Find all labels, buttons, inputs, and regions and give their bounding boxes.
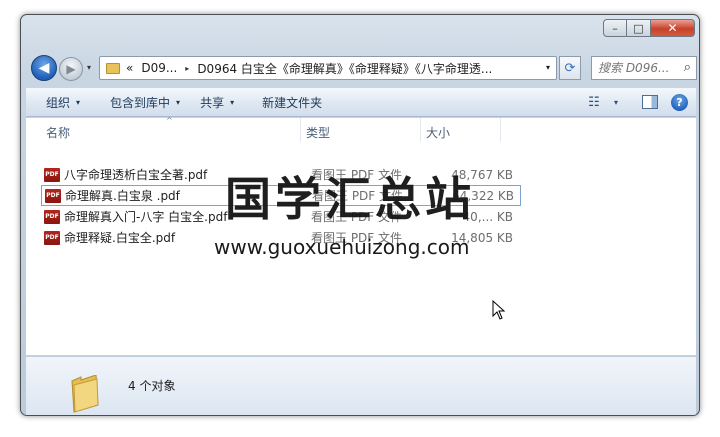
share-label: 共享: [200, 95, 225, 110]
minimize-button[interactable]: –: [603, 19, 627, 37]
file-size: 40,... KB: [462, 209, 513, 224]
back-button[interactable]: ◀: [31, 55, 57, 81]
file-size: 64,322 KB: [452, 188, 514, 203]
mouse-cursor-icon: [492, 300, 506, 320]
forward-button[interactable]: ▶: [59, 57, 83, 81]
preview-pane-button[interactable]: [641, 93, 659, 111]
close-button[interactable]: ✕: [651, 19, 695, 37]
file-name: 命理解真.白宝泉 .pdf: [65, 189, 180, 203]
details-pane: 4 个对象: [26, 357, 696, 415]
file-row[interactable]: PDF 命理释疑.白宝全.pdf 看图王 PDF 文件 14,805 KB: [41, 227, 521, 248]
address-dropdown-icon[interactable]: ▾: [546, 63, 550, 72]
include-in-library-menu[interactable]: 包含到库中 ▾: [110, 94, 180, 111]
preview-pane-icon: [642, 95, 658, 109]
search-input[interactable]: [598, 61, 674, 75]
folder-icon: [106, 62, 120, 74]
chevron-down-icon: ▾: [230, 97, 235, 107]
file-name: 命理解真入门-八字 白宝全.pdf: [64, 210, 228, 224]
chevron-down-icon: ▾: [76, 97, 81, 107]
item-count: 4 个对象: [128, 379, 176, 393]
breadcrumb-separator-icon[interactable]: ▸: [185, 64, 189, 73]
breadcrumb-overflow[interactable]: «: [126, 61, 133, 75]
change-view-icon[interactable]: ☷: [585, 93, 603, 111]
column-header-size[interactable]: 大小: [426, 124, 450, 141]
include-in-library-label: 包含到库中: [110, 95, 171, 110]
explorer-window: – □ ✕ ◀ ▶ ▾ « D09... ▸ D0964 白宝全《命理解真》《命…: [20, 14, 700, 416]
file-type: 看图王 PDF 文件: [311, 168, 403, 182]
maximize-button[interactable]: □: [627, 19, 651, 37]
file-type: 看图王 PDF 文件: [311, 231, 403, 245]
file-size: 14,805 KB: [451, 230, 513, 245]
file-row[interactable]: PDF 命理解真入门-八字 白宝全.pdf 看图王 PDF 文件 40,... …: [41, 206, 521, 227]
sort-arrow-icon: ^: [166, 116, 173, 125]
recent-pages-button[interactable]: ▾: [87, 63, 91, 72]
column-divider[interactable]: [420, 118, 421, 142]
share-menu[interactable]: 共享 ▾: [200, 94, 234, 111]
breadcrumb-segment-parent[interactable]: D09...: [141, 61, 177, 75]
address-bar[interactable]: « D09... ▸ D0964 白宝全《命理解真》《命理释疑》《八字命理透..…: [99, 56, 557, 80]
column-header-name[interactable]: 名称: [46, 124, 70, 141]
column-header-type[interactable]: 类型: [306, 124, 330, 141]
pdf-file-icon: PDF: [44, 167, 60, 182]
caption-buttons: – □ ✕: [603, 19, 695, 37]
view-options-chevron-icon[interactable]: ▾: [607, 93, 625, 111]
file-row-selected[interactable]: PDF 命理解真.白宝泉 .pdf 看图王 PDF 文件 64,322 KB: [41, 185, 521, 206]
new-folder-label: 新建文件夹: [262, 95, 323, 110]
navigation-bar: ◀ ▶ ▾ « D09... ▸ D0964 白宝全《命理解真》《命理释疑》《八…: [29, 51, 697, 85]
command-bar: 组织 ▾ 包含到库中 ▾ 共享 ▾ 新建文件夹 ☷ ▾ ?: [26, 87, 696, 117]
organize-label: 组织: [46, 95, 71, 110]
file-type: 看图王 PDF 文件: [312, 189, 404, 203]
help-icon[interactable]: ?: [671, 93, 688, 111]
folder-icon: [71, 375, 99, 413]
column-divider[interactable]: [500, 118, 501, 142]
column-divider[interactable]: [300, 118, 301, 142]
chevron-down-icon: ▾: [176, 97, 181, 107]
breadcrumb-segment-current[interactable]: D0964 白宝全《命理解真》《命理释疑》《八字命理透...: [197, 60, 492, 77]
search-box[interactable]: ⌕: [591, 56, 697, 80]
pdf-file-icon: PDF: [44, 230, 60, 245]
pdf-file-icon: PDF: [44, 209, 60, 224]
toolbar-right-group: ☷ ▾ ?: [573, 93, 688, 111]
file-size: 48,767 KB: [451, 167, 513, 182]
column-headers: 名称 ^ 类型 大小: [26, 116, 696, 142]
file-name: 八字命理透析白宝全著.pdf: [64, 168, 208, 182]
search-icon[interactable]: ⌕: [684, 60, 691, 75]
pdf-file-icon: PDF: [45, 188, 61, 203]
file-name: 命理释疑.白宝全.pdf: [64, 231, 176, 245]
file-row[interactable]: PDF 八字命理透析白宝全著.pdf 看图王 PDF 文件 48,767 KB: [41, 164, 521, 185]
organize-menu[interactable]: 组织 ▾: [46, 94, 80, 111]
refresh-button[interactable]: ⟳: [559, 56, 581, 80]
file-list: 名称 ^ 类型 大小 PDF 八字命理透析白宝全著.pdf 看图王 PDF 文件…: [26, 116, 696, 356]
new-folder-button[interactable]: 新建文件夹: [262, 94, 322, 111]
file-type: 看图王 PDF 文件: [311, 210, 403, 224]
